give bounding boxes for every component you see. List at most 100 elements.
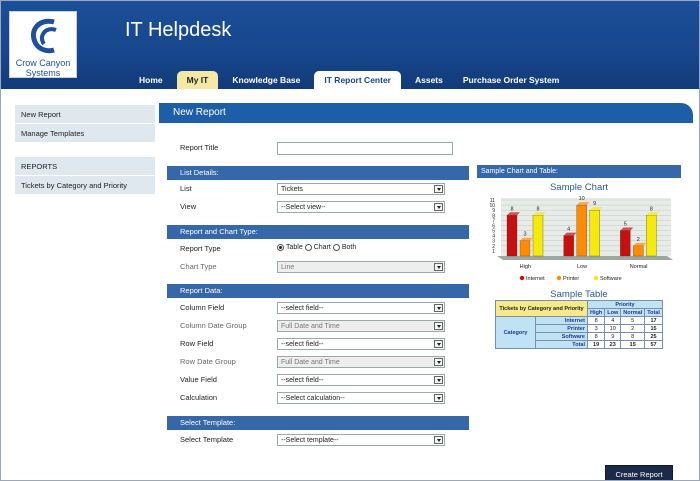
sample-table-title: Sample Table	[550, 289, 608, 300]
chart-data-label: 5	[624, 222, 627, 228]
table-cell: 19	[586, 340, 606, 349]
column-field-row: Column Field --select field--	[167, 302, 469, 315]
report-title-row: Report Title	[167, 142, 469, 155]
chart-legend-label: Software	[600, 276, 622, 282]
sidebar-section-reports: REPORTS	[15, 157, 155, 176]
chevron-down-icon[interactable]	[434, 376, 443, 384]
radio-table[interactable]	[277, 244, 284, 251]
sidebar-item-manage-templates[interactable]: Manage Templates	[15, 124, 155, 143]
select-template-select[interactable]: --Select template--	[277, 434, 445, 446]
view-select-value: --Select view--	[281, 204, 326, 211]
sample-chart: 1234567891011838High4109Low528NormalInte…	[489, 196, 673, 282]
chart-type-label: Chart Type	[180, 262, 217, 271]
chart-bar	[519, 240, 531, 257]
table-row-header: Internet	[535, 316, 588, 325]
table-row-header: Software	[535, 332, 588, 341]
tab-knowledge-base[interactable]: Knowledge Base	[222, 71, 310, 89]
create-report-button[interactable]: Create Report	[605, 465, 673, 480]
row-date-group-row: Row Date Group Full Date and Time	[167, 356, 469, 369]
view-select[interactable]: --Select view--	[277, 201, 445, 213]
chart-data-label: 3	[523, 232, 526, 238]
chart-bar	[620, 230, 631, 257]
chart-data-label: 8	[536, 206, 539, 212]
column-date-group-label: Column Date Group	[180, 321, 247, 330]
row-field-label: Row Field	[180, 339, 214, 348]
chart-bar	[506, 215, 518, 257]
section-list-details: List Details:	[167, 166, 469, 180]
column-field-value: --select field--	[281, 305, 324, 312]
list-select[interactable]: Tickets	[277, 183, 445, 195]
sample-table: Tickets by Category and Priority Priorit…	[495, 300, 663, 349]
sample-header: Sample Chart and Table:	[477, 165, 681, 178]
chart-data-label: 10	[579, 196, 585, 202]
tab-my-it[interactable]: My IT	[176, 71, 219, 89]
radio-chart[interactable]	[304, 244, 312, 251]
crow-canyon-logo[interactable]: Crow Canyon Systems	[9, 11, 77, 78]
chevron-down-icon[interactable]	[434, 203, 443, 211]
chart-floor	[497, 256, 673, 260]
chevron-down-icon[interactable]	[434, 340, 443, 348]
chart-type-row: Chart Type Line	[167, 261, 469, 274]
calculation-value: --Select calculation--	[281, 395, 345, 402]
radio-both[interactable]	[332, 244, 340, 251]
column-date-group-value: Full Date and Time	[281, 323, 340, 330]
logo-icon	[30, 18, 57, 54]
sidebar-item-tickets-by-category[interactable]: Tickets by Category and Priority	[15, 176, 155, 195]
table-row-header: Printer	[535, 324, 588, 333]
tab-it-report-center[interactable]: IT Report Center	[314, 71, 401, 89]
chart-type-select: Line	[277, 261, 445, 273]
tab-purchase-order-system[interactable]: Purchase Order System	[453, 71, 569, 89]
chevron-down-icon[interactable]	[434, 304, 443, 312]
main-content: New Report Report Title List Details: Li…	[159, 103, 693, 480]
value-field-select[interactable]: --select field--	[277, 374, 445, 386]
chevron-down-icon[interactable]	[434, 436, 443, 444]
chart-data-label: 8	[510, 206, 513, 212]
table-cell: 9	[604, 332, 622, 341]
value-field-value: --select field--	[281, 377, 324, 384]
table-cell: 15	[644, 324, 663, 333]
chevron-down-icon	[434, 322, 443, 330]
row-date-group-select: Full Date and Time	[277, 356, 445, 368]
tab-home[interactable]: Home	[129, 71, 173, 89]
chart-bar	[532, 215, 544, 257]
table-col-header: Low	[604, 308, 622, 317]
report-title-label: Report Title	[180, 143, 219, 152]
sidebar: New Report Manage Templates REPORTS Tick…	[15, 105, 155, 195]
table-priority-header: Priority	[587, 300, 663, 309]
section-report-data: Report Data:	[167, 284, 469, 298]
chevron-down-icon	[434, 263, 443, 271]
chart-legend-label: Printer	[563, 276, 579, 282]
chart-y-tick: 11	[490, 198, 495, 204]
column-field-select[interactable]: --select field--	[277, 302, 445, 314]
tab-assets[interactable]: Assets	[405, 71, 453, 89]
page-title: New Report	[159, 103, 693, 123]
radio-table-label: Table	[286, 244, 303, 251]
column-field-label: Column Field	[180, 303, 225, 312]
report-title-input[interactable]	[277, 142, 453, 155]
table-cell: 17	[644, 316, 663, 325]
report-type-radios: Table Chart Both	[277, 244, 356, 251]
chart-data-label: 2	[637, 237, 640, 243]
calculation-select[interactable]: --Select calculation--	[277, 392, 445, 404]
chart-data-label: 4	[567, 227, 570, 233]
row-field-select[interactable]: --select field--	[277, 338, 445, 350]
chevron-down-icon[interactable]	[434, 185, 443, 193]
table-cell: 8	[586, 332, 606, 341]
list-label: List	[180, 184, 192, 193]
report-type-row: Report Type Table Chart Both	[167, 243, 469, 256]
table-corner: Tickets by Category and Priority	[495, 300, 588, 317]
row-date-group-label: Row Date Group	[180, 357, 236, 366]
chevron-down-icon[interactable]	[434, 394, 443, 402]
table-cell: 8	[620, 332, 646, 341]
chart-type-value: Line	[281, 264, 295, 271]
list-select-value: Tickets	[281, 186, 303, 193]
sidebar-item-new-report[interactable]: New Report	[15, 105, 155, 124]
table-cell: 2	[620, 324, 646, 333]
app-title: IT Helpdesk	[125, 19, 232, 41]
table-cell: 57	[644, 340, 663, 349]
row-field-value: --select field--	[281, 341, 324, 348]
chart-x-tick: High	[520, 264, 531, 270]
table-col-header: Normal	[620, 308, 646, 317]
report-type-label: Report Type	[180, 244, 221, 253]
calculation-row: Calculation --Select calculation--	[167, 392, 469, 405]
